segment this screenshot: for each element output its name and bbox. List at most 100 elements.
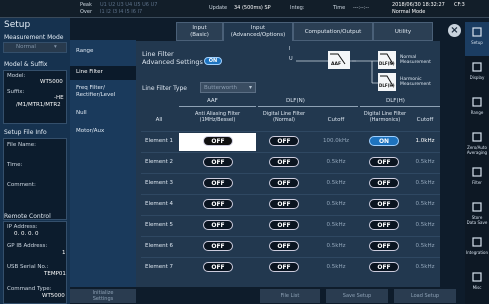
table-row: Element 1 OFF OFF 100.0kHz ON 1.0kHz: [141, 131, 440, 151]
dlf-n-cutoff[interactable]: 0.5kHz: [312, 201, 360, 207]
file-info-box: File Name: Time: Comment:: [3, 138, 67, 220]
dlf-n-toggle[interactable]: OFF: [269, 220, 299, 230]
ip-label: IP Address:: [7, 224, 38, 230]
dlf-n-toggle[interactable]: OFF: [269, 199, 299, 209]
aaf-toggle[interactable]: OFF: [203, 178, 233, 188]
tab-utility[interactable]: Utility: [373, 22, 433, 41]
save-setup-button[interactable]: Save Setup: [326, 289, 388, 303]
table-row: Element 7 OFF OFF 0.5kHz OFF 0.5kHz: [141, 257, 440, 277]
misc-icon: [472, 272, 482, 282]
dlf-n-cutoff[interactable]: 0.5kHz: [312, 222, 360, 228]
dlf-h-cutoff[interactable]: 1.0kHz: [410, 138, 440, 144]
model-suffix-label: Model & Suffix: [4, 61, 48, 68]
dlf-h-cutoff[interactable]: 0.5kHz: [410, 264, 440, 270]
dlf-h-cutoff[interactable]: 0.5kHz: [410, 222, 440, 228]
comment-label: Comment:: [7, 182, 36, 188]
aaf-toggle[interactable]: OFF: [203, 136, 233, 146]
table-row: Element 2 OFF OFF 0.5kHz OFF 0.5kHz: [141, 152, 440, 172]
usb-value: TEMP01: [44, 271, 66, 277]
measurement-mode-select[interactable]: Normal ▾: [3, 42, 67, 53]
dlf-h-cutoff[interactable]: 0.5kHz: [410, 180, 440, 186]
dlf-n-toggle[interactable]: OFF: [269, 241, 299, 251]
menu-integration[interactable]: Integration: [465, 232, 489, 266]
dlf-n-cutoff[interactable]: 100.0kHz: [312, 138, 360, 144]
all-header: All: [155, 117, 163, 123]
aaf-toggle[interactable]: OFF: [203, 262, 233, 272]
element-name: Element 5: [144, 222, 174, 228]
diagram-u-label: U: [289, 56, 293, 62]
menu-range[interactable]: Range: [465, 92, 489, 126]
dlf-h-cutoff[interactable]: 0.5kHz: [410, 243, 440, 249]
remote-info-box: IP Address: 0. 0. 0. 0 GP IB Address: 1 …: [3, 221, 67, 304]
menu-filter[interactable]: Filter: [465, 162, 489, 196]
nav-item-range[interactable]: Range: [70, 48, 136, 55]
load-setup-button[interactable]: Load Setup: [394, 289, 456, 303]
suffix-value-1: -HE: [54, 95, 64, 101]
menu-misc[interactable]: Misc: [465, 267, 489, 301]
aaf-toggle[interactable]: OFF: [203, 220, 233, 230]
dlf-n-toggle[interactable]: OFF: [269, 157, 299, 167]
file-list-label: File List: [280, 293, 300, 299]
integ-label: Integ:: [290, 5, 305, 11]
dlf-h-cutoff[interactable]: 0.5kHz: [410, 159, 440, 165]
element-name: Element 6: [144, 243, 174, 249]
aaf-sub-header: Anti Aliasing Filter (1MHz/Bessel): [194, 111, 241, 123]
diagram-normal: Normal Measurement: [400, 55, 431, 65]
menu-display[interactable]: Display: [465, 57, 489, 91]
cutoff-header-2: Cutoff: [416, 117, 434, 123]
dlf-h-toggle[interactable]: OFF: [369, 178, 399, 188]
dlf-h-toggle[interactable]: OFF: [369, 262, 399, 272]
dlf-h-cutoff[interactable]: 0.5kHz: [410, 201, 440, 207]
tab-computation-output[interactable]: Computation/Output: [293, 22, 373, 41]
dlf-h-toggle[interactable]: OFF: [369, 241, 399, 251]
update-label: Update: [209, 5, 228, 11]
store-icon: [472, 202, 482, 212]
menu-label: Filter: [472, 180, 482, 185]
remote-control-label: Remote Control: [4, 213, 51, 220]
menu-refresh[interactable]: Zero/Auto Averaging: [465, 127, 489, 161]
element-name: Element 3: [144, 180, 174, 186]
nav-item-line-filter[interactable]: Line Filter: [70, 66, 136, 80]
dlf-h-toggle[interactable]: OFF: [369, 199, 399, 209]
dlf-n-toggle[interactable]: OFF: [269, 262, 299, 272]
initialize-settings-button[interactable]: Initialize Settings: [70, 289, 136, 303]
file-list-button[interactable]: File List: [260, 289, 320, 303]
dlf-n-toggle[interactable]: OFF: [269, 136, 299, 146]
dlf-n-toggle[interactable]: OFF: [269, 178, 299, 188]
dlf-h-toggle[interactable]: OFF: [369, 220, 399, 230]
menu-gear[interactable]: Setup: [465, 22, 489, 56]
nav-item-motor-aux[interactable]: Motor/Aux: [70, 128, 136, 135]
menu-label: Range: [470, 110, 484, 115]
dlf-n-cutoff[interactable]: 0.5kHz: [312, 243, 360, 249]
load-setup-label: Load Setup: [410, 293, 440, 299]
menu-label: Display: [469, 75, 485, 80]
time-label: Time: [333, 5, 346, 11]
command-type-value: WT5000: [42, 293, 65, 299]
dlf-h-toggle[interactable]: OFF: [369, 157, 399, 167]
aaf-toggle[interactable]: OFF: [203, 199, 233, 209]
filter-diagram: [296, 51, 396, 91]
aaf-toggle[interactable]: OFF: [203, 241, 233, 251]
ip-value: 0. 0. 0. 0: [14, 231, 39, 237]
aaf-toggle[interactable]: OFF: [203, 157, 233, 167]
dlf-h-sub-header: Digital Line Filter (Harmonics): [363, 111, 407, 123]
filter-type-select[interactable]: Butterworth ▾: [200, 82, 256, 93]
tab-input-basic[interactable]: Input (Basic): [176, 22, 223, 41]
advanced-settings-toggle[interactable]: ON: [204, 57, 222, 65]
tab-input-advanced[interactable]: Input (Advanced/Options): [223, 22, 293, 41]
dlf-n-cutoff[interactable]: 0.5kHz: [312, 264, 360, 270]
dlf-n-cutoff[interactable]: 0.5kHz: [312, 180, 360, 186]
dlf-n-cutoff[interactable]: 0.5kHz: [312, 159, 360, 165]
tab-bar: Input (Basic) Input (Advanced/Options) C…: [176, 22, 438, 42]
menu-store[interactable]: Store Data Save: [465, 197, 489, 231]
nav-item-freq-filter[interactable]: Freq Filter/ Rectifier/Level: [70, 85, 136, 99]
nav-item-null[interactable]: Null: [70, 110, 136, 117]
close-icon[interactable]: ×: [448, 24, 461, 37]
filter-icon: [472, 167, 482, 177]
diagram-dlf-h: DLF(H): [379, 83, 395, 88]
section-title: Line Filter Advanced Settings: [142, 50, 203, 66]
usb-label: USB Serial No.:: [7, 264, 49, 270]
dlf-h-toggle[interactable]: ON: [369, 136, 399, 146]
command-type-label: Command Type:: [7, 286, 52, 292]
over-label: Over: [80, 9, 93, 15]
